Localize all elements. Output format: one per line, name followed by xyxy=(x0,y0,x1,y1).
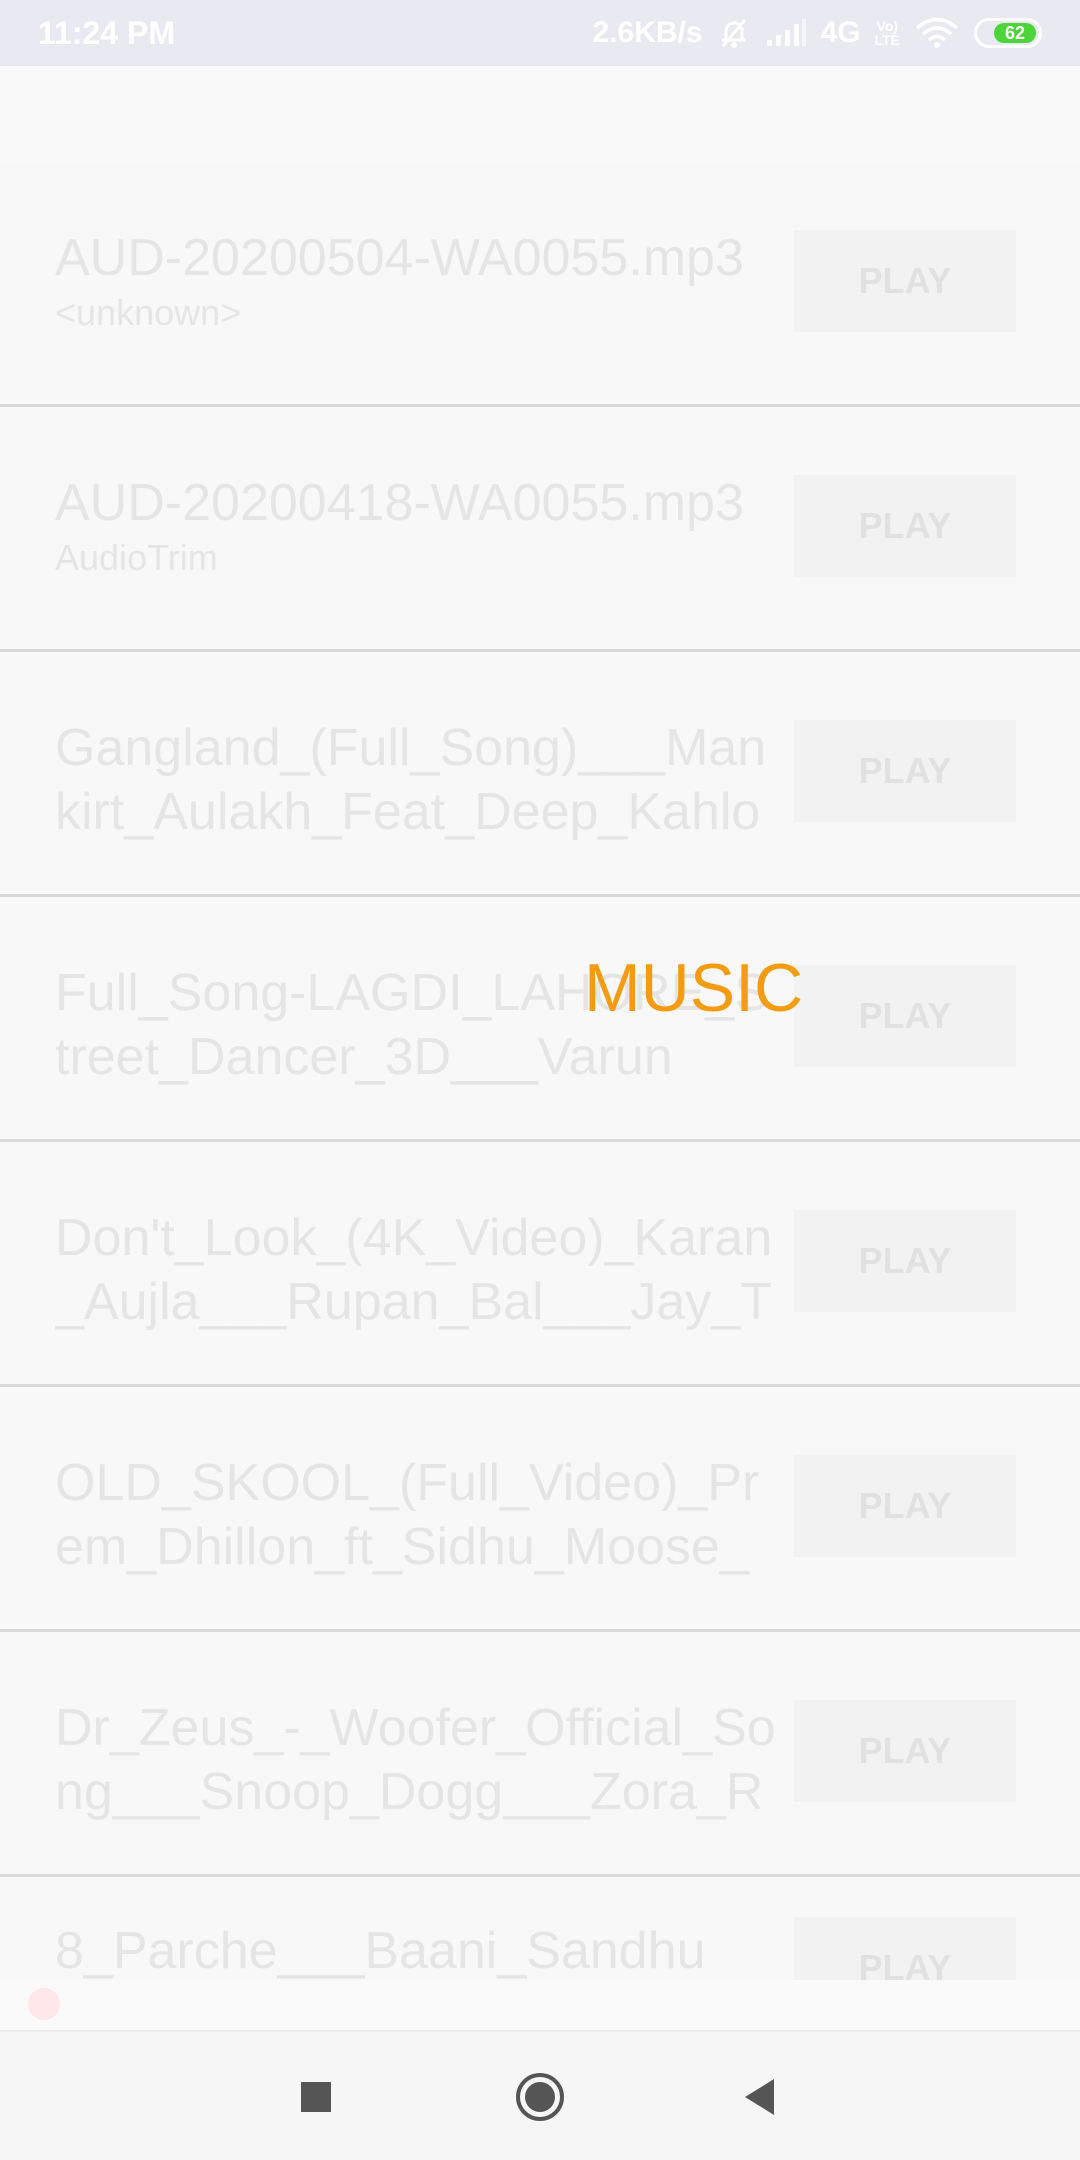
play-button[interactable]: PLAY xyxy=(794,1210,1016,1312)
song-list[interactable]: AUD-20200504-WA0055.mp3 <unknown> PLAY A… xyxy=(0,162,1080,1980)
song-text: OLD_SKOOL_(Full_Video)_Prem_Dhillon_ft_S… xyxy=(55,1451,780,1579)
song-title: AUD-20200504-WA0055.mp3 xyxy=(55,229,744,287)
song-artist: <unknown> xyxy=(55,292,242,333)
list-item[interactable]: AUD-20200418-WA0055.mp3 AudioTrim PLAY xyxy=(0,407,1080,652)
list-item[interactable]: 8_Parche___Baani_Sandhu PLAY xyxy=(0,1877,1080,1980)
list-item[interactable]: Gangland_(Full_Song)___Mankirt_Aulakh_Fe… xyxy=(0,652,1080,897)
list-item[interactable]: Don't_Look_(4K_Video)_Karan_Aujla___Rupa… xyxy=(0,1142,1080,1387)
navigation-bar xyxy=(0,2030,1080,2160)
bottom-panel xyxy=(0,1980,1080,2030)
home-circle-icon[interactable] xyxy=(480,2032,600,2160)
music-title: MUSIC xyxy=(584,950,804,1026)
play-button[interactable]: PLAY xyxy=(794,475,1016,577)
recents-square-icon[interactable] xyxy=(256,2032,376,2160)
song-title: Don't_Look_(4K_Video)_Karan_Aujla___Rupa… xyxy=(55,1209,773,1331)
song-text: Dr_Zeus_-_Woofer_Official_Song___Snoop_D… xyxy=(55,1696,780,1824)
signal-icon xyxy=(765,18,807,48)
list-item[interactable]: Full_Song-LAGDI_LAHORE_Street_Dancer_3D_… xyxy=(0,897,1080,1142)
play-button[interactable]: PLAY xyxy=(794,720,1016,822)
play-button[interactable]: PLAY xyxy=(794,1700,1016,1802)
volte-bottom: LTE xyxy=(874,32,900,48)
song-text: 8_Parche___Baani_Sandhu xyxy=(55,1919,780,1980)
song-text: Gangland_(Full_Song)___Mankirt_Aulakh_Fe… xyxy=(55,716,780,844)
status-indicators: 2.6KB/s 4G Vo) LTE 62 xyxy=(592,16,1042,50)
list-item[interactable]: OLD_SKOOL_(Full_Video)_Prem_Dhillon_ft_S… xyxy=(0,1387,1080,1632)
wifi-icon xyxy=(914,17,960,49)
song-text: AUD-20200504-WA0055.mp3 <unknown> xyxy=(55,226,780,336)
play-button[interactable]: PLAY xyxy=(794,1455,1016,1557)
song-title: AUD-20200418-WA0055.mp3 xyxy=(55,474,744,532)
app-bar xyxy=(0,66,1080,162)
song-artist: AudioTrim xyxy=(55,537,218,578)
song-title: 8_Parche___Baani_Sandhu xyxy=(55,1922,706,1980)
back-triangle-icon[interactable] xyxy=(700,2032,820,2160)
status-bar: 11:24 PM 2.6KB/s 4G Vo) LTE 62 xyxy=(0,0,1080,66)
network-type: 4G xyxy=(820,16,861,49)
mute-bell-icon xyxy=(717,16,751,50)
list-item[interactable]: AUD-20200504-WA0055.mp3 <unknown> PLAY xyxy=(0,162,1080,407)
battery-icon: 62 xyxy=(974,18,1042,48)
play-button[interactable]: PLAY xyxy=(794,1917,1016,1980)
song-title: Dr_Zeus_-_Woofer_Official_Song___Snoop_D… xyxy=(55,1699,776,1821)
song-text: Don't_Look_(4K_Video)_Karan_Aujla___Rupa… xyxy=(55,1206,780,1334)
progress-dot xyxy=(28,1988,60,2020)
list-item[interactable]: Dr_Zeus_-_Woofer_Official_Song___Snoop_D… xyxy=(0,1632,1080,1877)
play-button[interactable]: PLAY xyxy=(794,230,1016,332)
network-speed: 2.6KB/s xyxy=(592,16,703,49)
song-text: AUD-20200418-WA0055.mp3 AudioTrim xyxy=(55,471,780,581)
volte-indicator: Vo) LTE xyxy=(875,19,900,47)
song-title: OLD_SKOOL_(Full_Video)_Prem_Dhillon_ft_S… xyxy=(55,1454,760,1576)
song-title: Gangland_(Full_Song)___Mankirt_Aulakh_Fe… xyxy=(55,719,767,841)
status-time: 11:24 PM xyxy=(38,14,175,51)
play-button[interactable]: PLAY xyxy=(794,965,1016,1067)
battery-level: 62 xyxy=(994,23,1036,43)
